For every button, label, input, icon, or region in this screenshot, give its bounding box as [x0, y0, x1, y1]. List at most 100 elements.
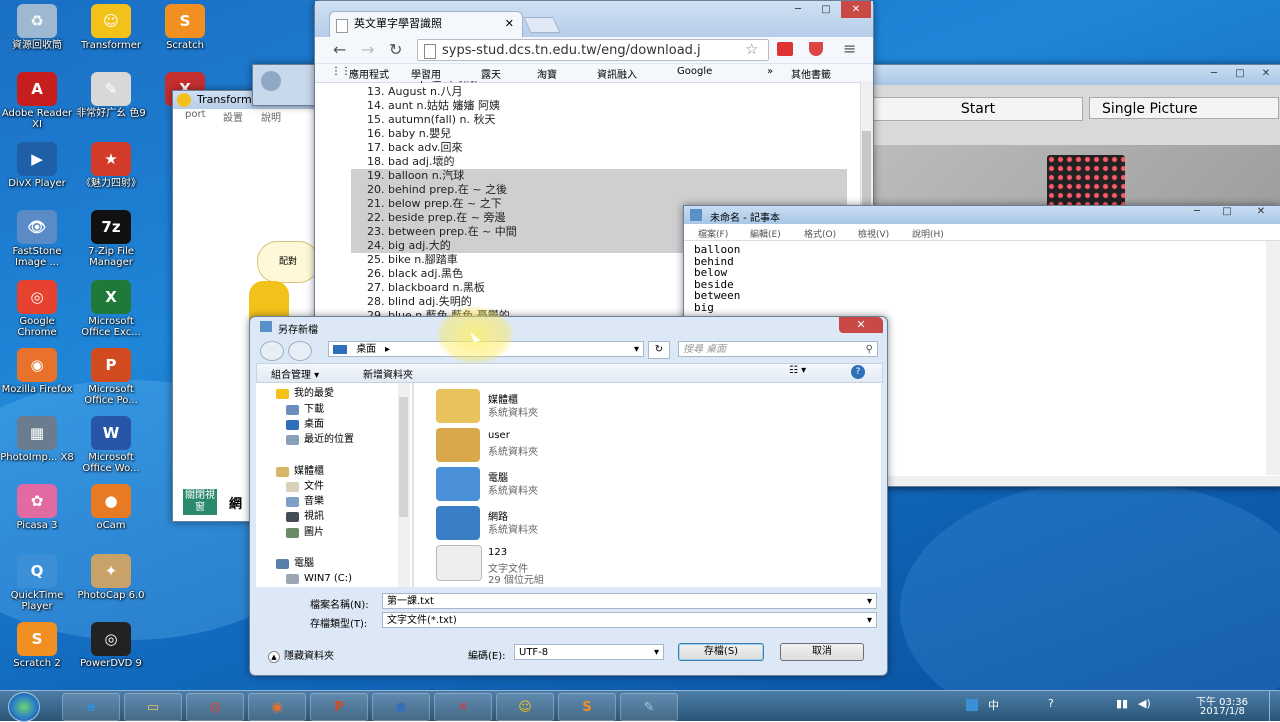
taskbar-app-button[interactable]: ☺ [496, 693, 554, 721]
network-icon[interactable]: ▮▮ [1116, 697, 1128, 710]
menu-port[interactable]: port [185, 109, 206, 120]
taskbar-app-button[interactable]: ◉ [248, 693, 306, 721]
filetype-dropdown-icon[interactable]: ▾ [867, 613, 872, 629]
extension-icon-red[interactable] [777, 42, 793, 56]
menu-help[interactable]: 說明 [261, 109, 281, 124]
file-item[interactable]: 123 文字文件 29 個位元組 [436, 543, 736, 586]
apps-icon[interactable]: ⋮⋮ [331, 66, 351, 77]
desktop-icon[interactable]: ▦ PhotoImp... X8 [0, 416, 74, 463]
file-item[interactable]: 網路 系統資料夾 [436, 504, 736, 544]
view-options-icon[interactable]: ☷ ▾ [789, 365, 806, 376]
start-button[interactable] [8, 692, 40, 722]
desktop-icon[interactable]: S Scratch [148, 4, 222, 51]
desktop-icon[interactable]: ▶ DivX Player [0, 142, 74, 189]
desktop-icon[interactable]: Q QuickTime Player [0, 554, 74, 612]
search-field[interactable]: 搜尋 桌面 ⚲ [678, 341, 878, 357]
nav-item[interactable]: 圖片 [286, 526, 324, 540]
maximize-button[interactable]: □ [1214, 206, 1240, 218]
nav-item[interactable]: 下載 [286, 403, 324, 417]
nav-item[interactable]: 電腦 [276, 557, 314, 571]
help-icon[interactable]: ? [851, 365, 865, 379]
filename-dropdown-icon[interactable]: ▾ [867, 594, 872, 610]
minimize-button[interactable]: ─ [1201, 65, 1227, 82]
desktop-icon[interactable]: P Microsoft Office Po... [74, 348, 148, 406]
tray-help-icon[interactable]: ? [1048, 697, 1054, 710]
bookmark-star-icon[interactable]: ☆ [745, 40, 758, 58]
show-desktop-button[interactable] [1269, 691, 1280, 721]
menu-edit[interactable]: 編輯(E) [750, 227, 781, 240]
nav-item[interactable]: WIN7 (C:) [286, 572, 352, 586]
desktop-icon[interactable]: ◎ Google Chrome [0, 280, 74, 338]
address-bar[interactable]: syps-stud.dcs.tn.edu.tw/eng/download.j [417, 39, 769, 61]
taskbar-app-button[interactable]: ◎ [186, 693, 244, 721]
bookmark-other[interactable]: 其他書籤 [791, 66, 831, 81]
organize-button[interactable]: 組合管理 ▾ [271, 366, 319, 381]
close-button[interactable]: ✕ [1248, 206, 1274, 218]
bookmark-taobao[interactable]: 淘寶 [537, 66, 557, 81]
reload-icon[interactable]: ↻ [389, 40, 402, 59]
volume-icon[interactable]: ◀) [1138, 697, 1151, 710]
shield-icon[interactable] [809, 42, 823, 56]
bookmark-it[interactable]: 資訊融入 [597, 66, 637, 81]
menu-view[interactable]: 檢視(V) [858, 227, 889, 240]
taskbar-app-button[interactable]: S [558, 693, 616, 721]
refresh-icon[interactable]: ↻ [648, 341, 670, 359]
nav-scrollbar[interactable] [398, 383, 410, 587]
desktop-icon[interactable]: ✿ Picasa 3 [0, 484, 74, 531]
new-tab-button[interactable] [523, 17, 561, 33]
desktop-icon[interactable]: 7z 7-Zip File Manager [74, 210, 148, 268]
filetype-select[interactable]: 文字文件(*.txt) ▾ [382, 612, 877, 628]
menu-help[interactable]: 說明(H) [912, 227, 944, 240]
desktop-icon[interactable]: W Microsoft Office Wo... [74, 416, 148, 474]
minimize-button[interactable]: ─ [1184, 206, 1210, 218]
menu-icon[interactable]: ≡ [843, 39, 856, 58]
maximize-button[interactable]: □ [1227, 65, 1253, 82]
menu-settings[interactable]: 設置 [223, 109, 243, 124]
desktop-icon[interactable]: A Adobe Reader XI [0, 72, 74, 130]
nav-scroll-thumb[interactable] [399, 397, 408, 517]
desktop-icon[interactable]: X Microsoft Office Exc... [74, 280, 148, 338]
tab-close-icon[interactable]: ✕ [505, 12, 514, 36]
notepad-vscroll[interactable] [1266, 241, 1280, 475]
nav-item[interactable]: 視訊 [286, 510, 324, 524]
desktop-icon[interactable]: S Scratch 2 [0, 622, 74, 669]
bookmark-study[interactable]: 學習用 [411, 66, 441, 81]
menu-format[interactable]: 格式(O) [804, 227, 836, 240]
taskbar-app-button[interactable]: ✎ [620, 693, 678, 721]
close-button[interactable]: ✕ [839, 317, 883, 333]
nav-item[interactable]: 最近的位置 [286, 433, 354, 447]
encoding-select[interactable]: UTF-8 ▾ [514, 644, 664, 660]
desktop-icon[interactable]: ✎ 非常好广幺 色9 [74, 72, 148, 119]
taskbar-app-button[interactable]: ✕ [434, 693, 492, 721]
tab-vocab[interactable]: 英文單字學習識照 ✕ [329, 11, 523, 37]
clock-date[interactable]: 2017/1/8 [1200, 706, 1245, 717]
ime-indicator[interactable]: 中 [988, 697, 999, 713]
minimize-button[interactable]: ─ [785, 1, 811, 18]
forward-icon[interactable]: → [361, 40, 374, 59]
back-icon[interactable]: ← [333, 40, 346, 59]
taskbar-app-button[interactable]: ● [372, 693, 430, 721]
desktop-icon[interactable]: ✦ PhotoCap 6.0 [74, 554, 148, 601]
filename-field[interactable]: 第一課.txt ▾ [382, 593, 877, 609]
notepad-text-area[interactable]: balloon behind below beside between big [694, 244, 740, 313]
nav-item[interactable]: 文件 [286, 480, 324, 494]
nav-item[interactable]: 音樂 [286, 495, 324, 509]
save-button[interactable]: 存檔(S) [678, 643, 764, 661]
close-button[interactable]: ✕ [841, 1, 871, 18]
menu-file[interactable]: 檔案(F) [698, 227, 728, 240]
start-button[interactable]: Start [873, 97, 1083, 121]
bookmark-google[interactable]: Google [677, 66, 712, 77]
close-button[interactable]: ✕ [1253, 65, 1279, 82]
cancel-button[interactable]: 取消 [780, 643, 864, 661]
maximize-button[interactable]: □ [813, 1, 839, 18]
desktop-icon[interactable]: ★ 《魅力四射》 [74, 142, 148, 189]
bookmark-apps[interactable]: 應用程式 [349, 66, 389, 81]
forward-icon[interactable] [288, 341, 312, 361]
nav-item[interactable]: 桌面 [286, 418, 324, 432]
desktop-icon[interactable]: ♻ 資源回收筒 [0, 4, 74, 51]
back-icon[interactable] [260, 341, 284, 361]
taskbar-app-button[interactable]: ▭ [124, 693, 182, 721]
location-dropdown-icon[interactable]: ▾ [634, 342, 639, 358]
desktop-icon[interactable]: ☺ Transformer [74, 4, 148, 51]
file-item[interactable]: 電腦 系統資料夾 [436, 465, 736, 505]
